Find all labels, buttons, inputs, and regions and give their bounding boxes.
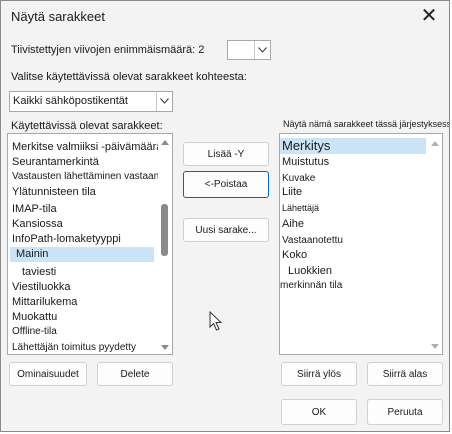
list-item[interactable]: Aihe <box>282 218 304 230</box>
list-item-selected[interactable]: Merkitys <box>280 138 426 154</box>
list-item-selected[interactable]: Mainin <box>10 247 154 262</box>
list-item[interactable]: Kuvake <box>282 173 315 184</box>
list-item[interactable]: Merkitse valmiiksi -päivämäärä <box>12 141 162 153</box>
available-columns-list[interactable]: Merkitse valmiiksi -päivämäärä Seurantam… <box>7 133 173 355</box>
list-item[interactable]: Vastausten lähettäminen vastaanottajalle <box>12 171 172 182</box>
ok-button[interactable]: OK <box>281 399 357 425</box>
scroll-up-icon[interactable] <box>431 141 439 146</box>
list-item[interactable]: Lähettäjä <box>282 203 319 213</box>
source-label: Valitse käytettävissä olevat sarakkeet k… <box>11 71 247 83</box>
move-down-button[interactable]: Siirrä alas <box>367 362 443 386</box>
mouse-pointer-icon <box>209 311 223 331</box>
max-lines-combo[interactable] <box>227 40 271 60</box>
dialog-title: Näytä sarakkeet <box>11 9 105 24</box>
move-up-button[interactable]: Siirrä ylös <box>281 362 357 386</box>
properties-button[interactable]: Ominaisuudet <box>9 362 87 386</box>
chevron-down-icon <box>160 98 169 104</box>
shown-columns-label: Näytä nämä sarakkeet tässä järjestyksess… <box>283 119 450 129</box>
list-item[interactable]: Liite <box>282 186 302 198</box>
list-item[interactable]: Koko <box>282 249 307 261</box>
list-item[interactable]: merkinnän tila <box>280 280 342 291</box>
list-item[interactable]: taviesti <box>22 266 56 278</box>
list-item[interactable]: IMAP-tila <box>12 203 57 215</box>
add-button[interactable]: Lisää -Y <box>183 142 269 166</box>
list-item[interactable]: Viestiluokka <box>12 281 71 293</box>
new-column-button[interactable]: Uusi sarake... <box>183 218 269 242</box>
scroll-thumb[interactable] <box>161 204 168 256</box>
close-button[interactable]: ✕ <box>415 4 443 30</box>
source-dropdown-button[interactable] <box>156 92 172 111</box>
scroll-up-icon[interactable] <box>161 140 169 145</box>
list-item[interactable]: Muistutus <box>282 156 329 168</box>
chevron-down-icon <box>258 47 267 53</box>
list-item[interactable]: Seurantamerkintä <box>12 156 99 168</box>
list-item[interactable]: Muokattu <box>12 311 57 323</box>
scroll-down-icon[interactable] <box>431 344 439 349</box>
list-item[interactable]: InfoPath-lomaketyyppi <box>12 233 121 245</box>
list-item[interactable]: Luokkien <box>288 265 332 277</box>
close-icon: ✕ <box>420 5 438 27</box>
delete-button[interactable]: Delete <box>97 362 173 386</box>
cancel-button[interactable]: Peruuta <box>367 399 443 425</box>
shown-scrollbar[interactable] <box>428 134 442 354</box>
show-columns-dialog: Näytä sarakkeet ✕ Tiivistettyjen viivoje… <box>0 0 450 432</box>
list-item[interactable]: Vastaanotettu <box>282 235 343 246</box>
source-selected-value: Kaikki sähköpostikentät <box>13 95 128 107</box>
shown-columns-list[interactable]: Merkitys Muistutus Kuvake Liite Lähettäj… <box>279 133 443 355</box>
list-item[interactable]: Kansiossa <box>12 218 63 230</box>
max-lines-label: Tiivistettyjen viivojen enimmäismäärä: 2 <box>11 44 205 56</box>
list-item[interactable]: Lähettäjän toimitus pyydetty <box>12 342 136 353</box>
list-item[interactable]: Mittarilukema <box>12 296 77 308</box>
scroll-down-icon[interactable] <box>161 345 169 350</box>
title-bar: Näytä sarakkeet ✕ <box>1 1 449 33</box>
source-combo[interactable]: Kaikki sähköpostikentät <box>9 91 173 112</box>
max-lines-dropdown-button[interactable] <box>254 41 270 59</box>
available-scrollbar[interactable] <box>158 134 172 354</box>
list-item[interactable]: Offline-tila <box>12 326 57 337</box>
list-item[interactable]: Ylätunnisteen tila <box>12 186 96 198</box>
available-columns-label: Käytettävissä olevat sarakkeet: <box>11 120 163 132</box>
remove-button[interactable]: <-Poistaa <box>183 171 269 198</box>
